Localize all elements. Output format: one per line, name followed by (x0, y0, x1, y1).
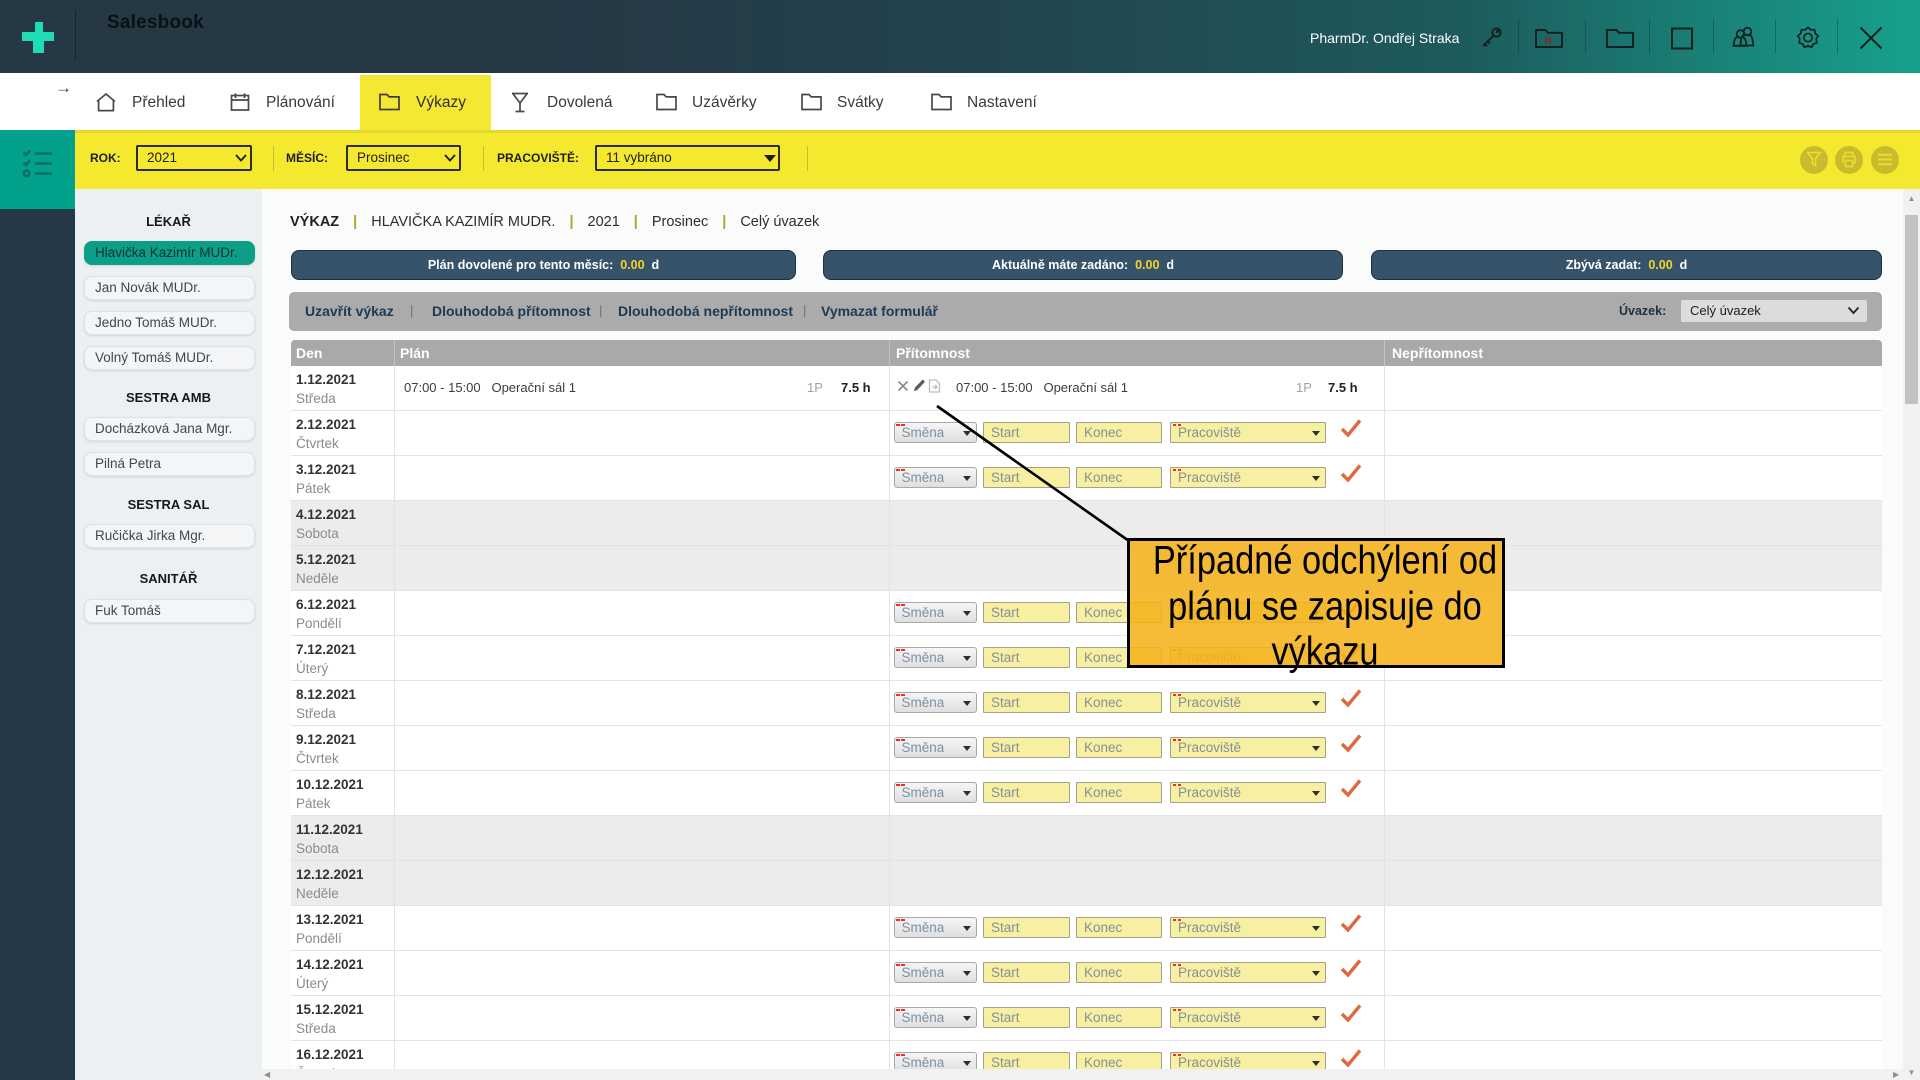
svg-text:N: N (1545, 36, 1552, 47)
